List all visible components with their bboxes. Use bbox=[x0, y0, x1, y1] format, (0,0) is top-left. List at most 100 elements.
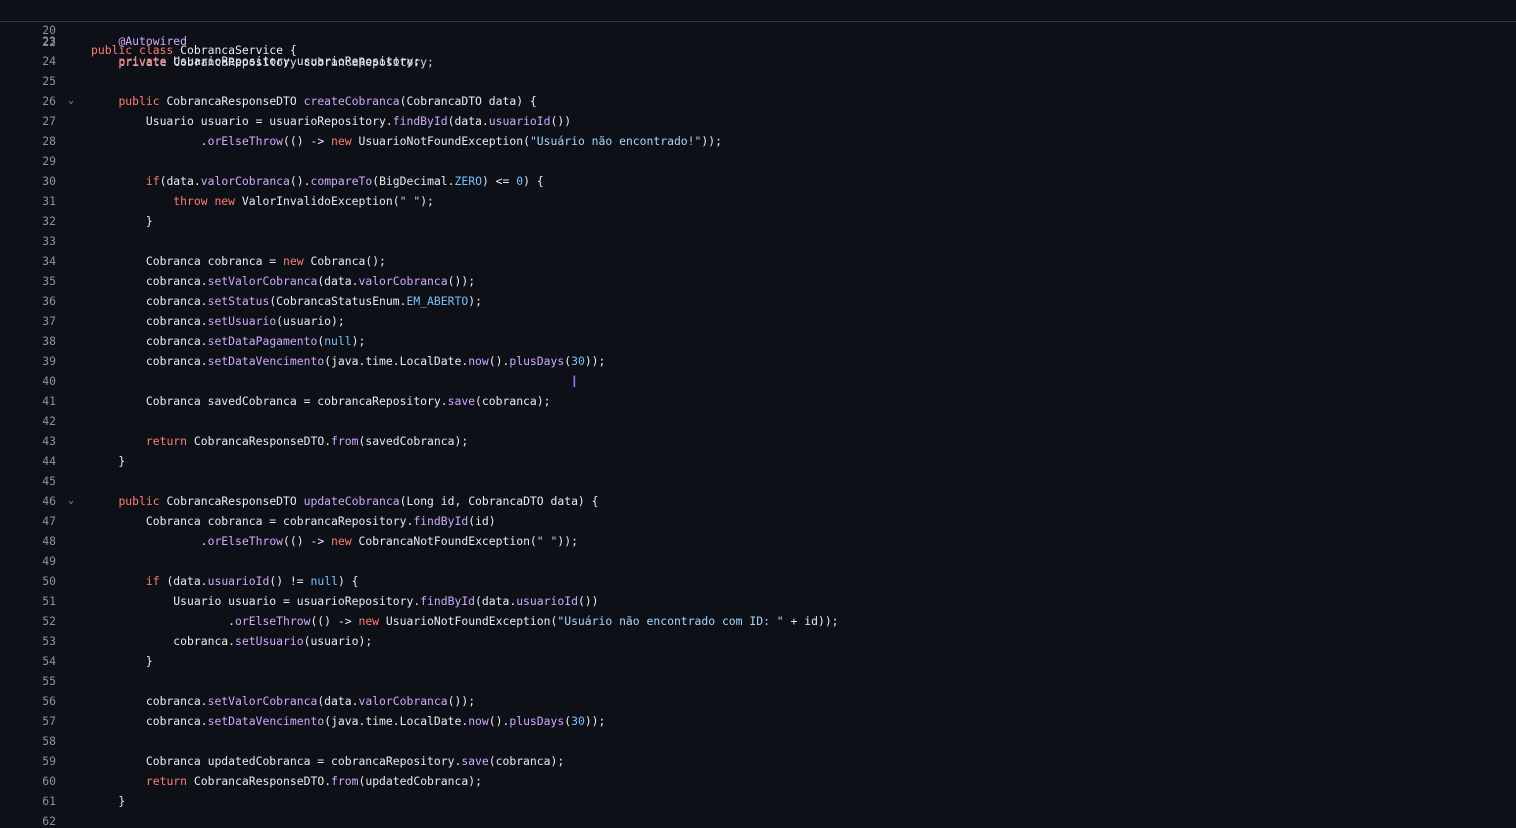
code-line[interactable]: 38 cobranca.setDataPagamento(null); bbox=[0, 331, 1516, 351]
code-token: (cobranca); bbox=[475, 394, 551, 408]
code-token: valorCobranca bbox=[358, 694, 448, 708]
code-token: )); bbox=[557, 534, 578, 548]
code-text: cobranca.setDataVencimento(java.time.Loc… bbox=[91, 711, 606, 731]
line-number: 56 bbox=[42, 694, 56, 708]
code-line[interactable]: 36 cobranca.setStatus(CobrancaStatusEnum… bbox=[0, 291, 1516, 311]
code-line[interactable]: 47 Cobranca cobranca = cobrancaRepositor… bbox=[0, 511, 1516, 531]
code-token: ) { bbox=[523, 174, 544, 188]
code-token: plusDays bbox=[509, 354, 565, 368]
code-editor[interactable]: 20 public class CobrancaService { 22 pri… bbox=[0, 0, 1516, 828]
code-token: (usuario); bbox=[276, 314, 345, 328]
code-line[interactable]: 43 return CobrancaResponseDTO.from(saved… bbox=[0, 431, 1516, 451]
sticky-scroll-header[interactable]: 20 public class CobrancaService { bbox=[0, 0, 1516, 57]
code-token: CobrancaNotFoundException( bbox=[358, 534, 537, 548]
code-token: . bbox=[91, 134, 208, 148]
code-token: cobranca. bbox=[91, 274, 208, 288]
code-token: ); bbox=[468, 294, 482, 308]
code-token: (updatedCobranca); bbox=[358, 774, 482, 788]
code-line[interactable]: 48 .orElseThrow(() -> new CobrancaNotFou… bbox=[0, 531, 1516, 551]
code-token: orElseThrow bbox=[207, 534, 284, 548]
code-line[interactable]: 30 if(data.valorCobranca().compareTo(Big… bbox=[0, 171, 1516, 191]
code-line[interactable]: 60 return CobrancaResponseDTO.from(updat… bbox=[0, 771, 1516, 791]
code-line[interactable]: 51 Usuario usuario = usuarioRepository.f… bbox=[0, 591, 1516, 611]
code-token: (data. bbox=[317, 694, 359, 708]
code-line[interactable]: 54 } bbox=[0, 651, 1516, 671]
code-line[interactable]: 44 } bbox=[0, 451, 1516, 471]
code-line[interactable]: 62 bbox=[0, 811, 1516, 828]
line-number: 42 bbox=[42, 414, 56, 428]
code-token: setDataVencimento bbox=[207, 714, 325, 728]
code-line[interactable]: 37 cobranca.setUsuario(usuario); bbox=[0, 311, 1516, 331]
code-line[interactable]: 28 .orElseThrow(() -> new UsuarioNotFoun… bbox=[0, 131, 1516, 151]
code-token: ValorInvalidoException( bbox=[241, 194, 400, 208]
fold-chevron-icon[interactable]: ⌄ bbox=[64, 491, 78, 511]
code-line[interactable]: 39 cobranca.setDataVencimento(java.time.… bbox=[0, 351, 1516, 371]
code-line[interactable]: 61 } bbox=[0, 791, 1516, 811]
code-token: Cobranca cobranca = cobrancaRepository. bbox=[91, 514, 414, 528]
code-token: ()) bbox=[550, 114, 572, 128]
code-line[interactable]: 27 Usuario usuario = usuarioRepository.f… bbox=[0, 111, 1516, 131]
code-line[interactable]: 31 throw new ValorInvalidoException(" ")… bbox=[0, 191, 1516, 211]
code-line[interactable]: 29 bbox=[0, 151, 1516, 171]
code-line[interactable]: 53 cobranca.setUsuario(usuario); bbox=[0, 631, 1516, 651]
code-token: (). bbox=[488, 354, 510, 368]
code-line[interactable]: 55 bbox=[0, 671, 1516, 691]
code-line[interactable]: 59 Cobranca updatedCobranca = cobrancaRe… bbox=[0, 751, 1516, 771]
line-number: 35 bbox=[42, 274, 56, 288]
code-token: (BigDecimal. bbox=[372, 174, 455, 188]
line-number: 30 bbox=[42, 174, 56, 188]
line-number: 29 bbox=[42, 154, 56, 168]
line-number: 48 bbox=[42, 534, 56, 548]
code-token: CobrancaResponseDTO. bbox=[193, 434, 332, 448]
code-line[interactable]: 46 ⌄ public CobrancaResponseDTO updateCob… bbox=[0, 491, 1516, 511]
code-line[interactable]: 33 bbox=[0, 231, 1516, 251]
line-number: 52 bbox=[42, 614, 56, 628]
line-number: 31 bbox=[42, 194, 56, 208]
code-token: )); bbox=[584, 354, 606, 368]
code-line[interactable]: 41 Cobranca savedCobranca = cobrancaRepo… bbox=[0, 391, 1516, 411]
code-token: save bbox=[447, 394, 476, 408]
code-token: usuarioId bbox=[488, 114, 551, 128]
line-number: 27 bbox=[42, 114, 56, 128]
code-text: .orElseThrow(() -> new CobrancaNotFoundE… bbox=[91, 531, 578, 551]
line-number: 39 bbox=[42, 354, 56, 368]
code-token: now bbox=[468, 354, 489, 368]
line-number: 32 bbox=[42, 214, 56, 228]
code-token: } bbox=[91, 654, 153, 668]
code-token: ()); bbox=[447, 274, 476, 288]
code-line[interactable]: 42 bbox=[0, 411, 1516, 431]
code-line[interactable]: 34 Cobranca cobranca = new Cobranca(); bbox=[0, 251, 1516, 271]
code-line[interactable]: 40 bbox=[0, 371, 1516, 391]
code-token: Cobranca savedCobranca = cobrancaReposit… bbox=[91, 394, 448, 408]
code-text: cobranca.setUsuario(usuario); bbox=[91, 311, 345, 331]
code-line[interactable]: 52 .orElseThrow(() -> new UsuarioNotFoun… bbox=[0, 611, 1516, 631]
code-token: null bbox=[310, 574, 338, 588]
code-token: valorCobranca bbox=[358, 274, 448, 288]
code-line[interactable]: 49 bbox=[0, 551, 1516, 571]
code-token: cobranca. bbox=[91, 294, 208, 308]
code-token: () != bbox=[269, 574, 311, 588]
code-token: ) <= bbox=[481, 174, 517, 188]
code-token: (CobrancaStatusEnum. bbox=[269, 294, 407, 308]
code-token: setDataPagamento bbox=[207, 334, 318, 348]
code-line[interactable]: 25 bbox=[0, 71, 1516, 91]
code-token: Usuario usuario = usuarioRepository. bbox=[91, 594, 421, 608]
code-line[interactable]: 57 cobranca.setDataVencimento(java.time.… bbox=[0, 711, 1516, 731]
line-number: 37 bbox=[42, 314, 56, 328]
code-line[interactable]: 58 bbox=[0, 731, 1516, 751]
code-line[interactable]: 35 cobranca.setValorCobranca(data.valorC… bbox=[0, 271, 1516, 291]
code-line[interactable]: 32 } bbox=[0, 211, 1516, 231]
code-token: Usuario usuario = usuarioRepository. bbox=[91, 114, 393, 128]
line-number: 28 bbox=[42, 134, 56, 148]
code-line[interactable]: 26 ⌄ public CobrancaResponseDTO createCob… bbox=[0, 91, 1516, 111]
code-token: findById bbox=[392, 114, 448, 128]
code-text: public CobrancaResponseDTO updateCobranc… bbox=[91, 491, 598, 511]
line-number: 34 bbox=[42, 254, 56, 268]
code-line[interactable]: 56 cobranca.setValorCobranca(data.valorC… bbox=[0, 691, 1516, 711]
code-line[interactable]: 50 if (data.usuarioId() != null) { bbox=[0, 571, 1516, 591]
code-token: ()); bbox=[447, 694, 476, 708]
fold-chevron-icon[interactable]: ⌄ bbox=[64, 91, 78, 111]
code-text: .orElseThrow(() -> new UsuarioNotFoundEx… bbox=[91, 611, 838, 631]
code-line[interactable]: 45 bbox=[0, 471, 1516, 491]
